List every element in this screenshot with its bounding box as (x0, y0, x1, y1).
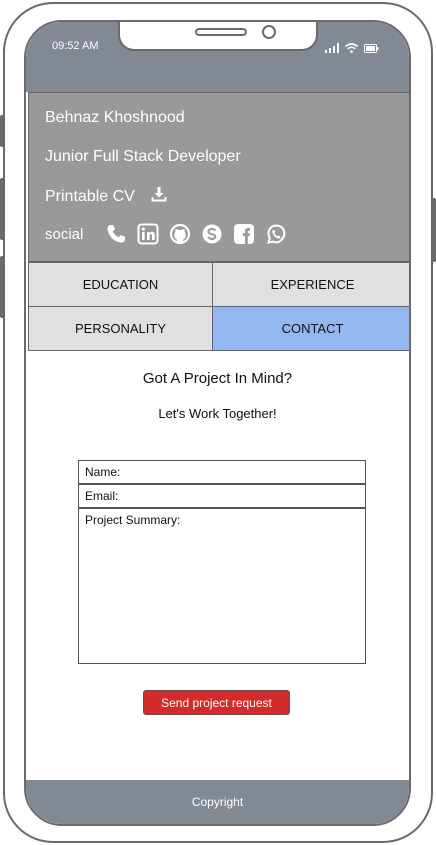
profile-title: Junior Full Stack Developer (45, 148, 241, 165)
status-time: 09:52 AM (52, 40, 99, 52)
printable-cv-link[interactable]: Printable CV (45, 186, 167, 207)
social-row: social (45, 223, 287, 245)
whatsapp-icon[interactable] (265, 223, 287, 245)
phone-notch (118, 22, 318, 51)
profile-name: Behnaz Khoshnood (45, 109, 185, 126)
tab-education[interactable]: EDUCATION (28, 262, 213, 307)
phone-volume-down-button (0, 256, 4, 318)
facebook-icon[interactable] (233, 223, 255, 245)
status-icons (325, 40, 379, 58)
tab-experience[interactable]: EXPERIENCE (212, 262, 409, 307)
contact-subheading: Let's Work Together! (158, 406, 277, 421)
social-label: social (45, 225, 84, 243)
linkedin-icon[interactable] (137, 223, 159, 245)
battery-icon (364, 40, 379, 58)
printable-cv-label: Printable CV (45, 187, 135, 205)
front-camera (262, 25, 276, 39)
profile-panel: Behnaz Khoshnood Junior Full Stack Devel… (28, 92, 409, 262)
name-label: Name: (85, 465, 121, 479)
name-field[interactable]: Name: (78, 460, 366, 484)
copyright-text: Copyright (191, 795, 244, 809)
project-summary-field[interactable]: Project Summary: (78, 508, 366, 664)
phone-icon[interactable] (105, 223, 127, 245)
tab-personality[interactable]: PERSONALITY (28, 306, 213, 351)
footer: Copyright (26, 780, 409, 824)
phone-screen: 09:52 AM Behnaz Khoshnood Junior Full St… (24, 20, 411, 826)
github-icon[interactable] (169, 223, 191, 245)
send-project-request-button[interactable]: Send project request (143, 690, 290, 715)
phone-volume-up-button (0, 178, 4, 240)
email-field[interactable]: Email: (78, 484, 366, 508)
download-icon (151, 186, 167, 207)
tab-contact[interactable]: CONTACT (212, 306, 409, 351)
tab-bar: EDUCATION EXPERIENCE PERSONALITY CONTACT (28, 262, 409, 352)
contact-heading: Got A Project In Mind? (142, 370, 293, 387)
phone-power-button (432, 198, 436, 262)
skype-icon[interactable] (201, 223, 223, 245)
phone-side-button (0, 115, 4, 147)
project-summary-label: Project Summary: (85, 513, 181, 527)
wifi-icon (344, 40, 359, 58)
email-label: Email: (85, 489, 119, 503)
speaker-grille (195, 28, 247, 36)
signal-icon (325, 40, 339, 58)
